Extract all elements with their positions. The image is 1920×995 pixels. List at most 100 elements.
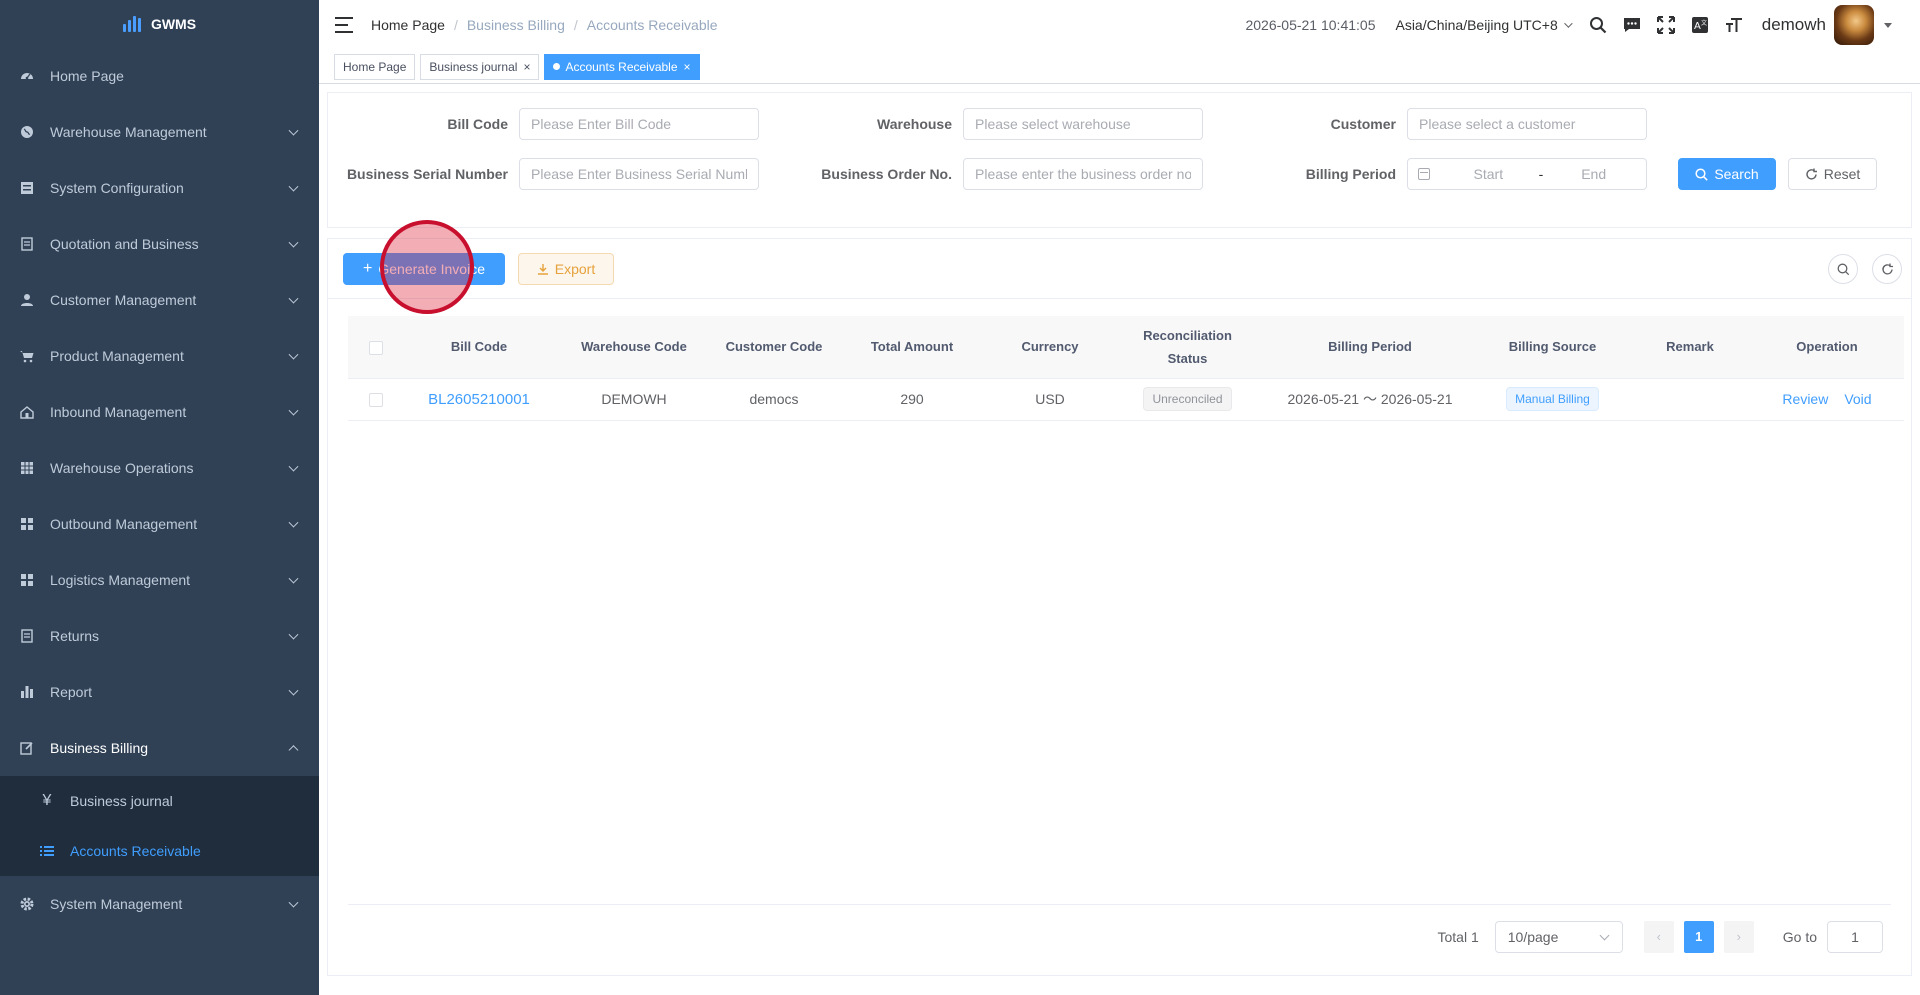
customer-code-cell: democs [714, 378, 834, 421]
sidebar-item-returns[interactable]: Returns [0, 608, 319, 664]
bill-code-input[interactable] [519, 108, 759, 140]
column-header: Remark [1630, 316, 1750, 379]
tag-accounts-receivable[interactable]: Accounts Receivable × [544, 53, 700, 80]
tag-label: Home Page [343, 59, 407, 74]
range-end[interactable]: End [1551, 166, 1636, 182]
breadcrumb-item: Accounts Receivable [586, 17, 718, 33]
sidebar-item-quotation[interactable]: Quotation and Business [0, 216, 319, 272]
sidebar-item-label: Warehouse Operations [50, 460, 194, 476]
server-icon [20, 181, 34, 195]
tag-business-journal[interactable]: Business journal × [420, 53, 540, 80]
search-icon[interactable] [1588, 15, 1608, 35]
column-header: Billing Period [1265, 316, 1475, 379]
export-button[interactable]: Export [518, 253, 614, 285]
refresh-button[interactable] [1872, 254, 1902, 284]
prev-page-button[interactable]: ‹ [1643, 920, 1674, 953]
column-header: Total Amount [834, 316, 990, 379]
sidebar-item-inbound-management[interactable]: Inbound Management [0, 384, 319, 440]
row-checkbox[interactable] [369, 393, 383, 408]
toggle-search-button[interactable] [1828, 254, 1858, 284]
sidebar-item-business-journal[interactable]: ¥ Business journal [0, 776, 319, 826]
chevron-down-icon [288, 181, 299, 192]
range-start[interactable]: Start [1446, 166, 1531, 182]
export-label: Export [554, 261, 596, 277]
goto-label: Go to [1782, 928, 1817, 945]
order-no-input[interactable] [963, 158, 1203, 190]
serial-number-input[interactable] [519, 158, 759, 190]
page-number[interactable]: 1 [1683, 920, 1714, 953]
sidebar-item-label: Business Billing [50, 740, 149, 756]
page-size-value: 10/page [1507, 928, 1559, 945]
datetime-display: 2026-05-21 10:41:05 [1245, 17, 1376, 33]
tag-home-page[interactable]: Home Page [334, 53, 416, 80]
goto-page: Go to [1782, 920, 1883, 953]
active-dot-icon [553, 63, 561, 70]
reset-button[interactable]: Reset [1788, 158, 1877, 190]
gear-icon [20, 897, 34, 911]
chevron-down-icon [288, 685, 299, 696]
void-link[interactable]: Void [1844, 391, 1871, 407]
sidebar-item-system-configuration[interactable]: System Configuration [0, 160, 319, 216]
font-size-icon[interactable] [1724, 15, 1744, 35]
goto-page-input[interactable] [1827, 920, 1883, 953]
status-badge: Unreconciled [1143, 387, 1232, 411]
breadcrumb-item[interactable]: Business Billing [467, 17, 565, 33]
main-area: Home Page / Business Billing / Accounts … [319, 0, 1920, 995]
document-icon [20, 237, 34, 251]
sidebar-item-label: Business journal [70, 793, 173, 809]
hamburger-icon[interactable] [335, 17, 353, 33]
bill-code-link[interactable]: BL2605210001 [428, 391, 530, 408]
warehouse-select[interactable] [963, 108, 1203, 140]
chevron-up-icon [288, 745, 299, 756]
avatar[interactable] [1834, 5, 1874, 45]
customer-select[interactable] [1407, 108, 1647, 140]
page-size-select[interactable]: 10/page [1494, 920, 1623, 953]
list-icon [40, 845, 54, 857]
sidebar-item-label: System Management [50, 896, 183, 912]
sidebar-item-report[interactable]: Report [0, 664, 319, 720]
timezone-select[interactable]: Asia/China/Beijing UTC+8 [1395, 17, 1573, 33]
filter-form: Bill Code Warehouse Customer Business Se… [327, 92, 1912, 228]
warehouse-code-cell: DEMOWH [554, 378, 714, 421]
bar-chart-icon [20, 685, 34, 699]
sidebar-item-logistics-management[interactable]: Logistics Management [0, 552, 319, 608]
sidebar-item-label: Customer Management [50, 292, 197, 308]
refresh-icon [1881, 263, 1893, 274]
generate-invoice-button[interactable]: + Generate Invoice [343, 253, 505, 285]
sidebar-item-business-billing[interactable]: Business Billing [0, 720, 319, 776]
fullscreen-icon[interactable] [1656, 15, 1676, 35]
sidebar-item-product-management[interactable]: Product Management [0, 328, 319, 384]
username[interactable]: demowh [1762, 15, 1826, 35]
serial-number-label: Business Serial Number [346, 166, 508, 182]
message-icon[interactable] [1622, 15, 1642, 35]
search-button[interactable]: Search [1678, 158, 1776, 190]
sidebar-item-warehouse-management[interactable]: Warehouse Management [0, 104, 319, 160]
cart-icon [20, 349, 34, 363]
breadcrumb-item[interactable]: Home Page [371, 17, 445, 33]
column-header: Bill Code [404, 316, 554, 379]
sidebar-item-outbound-management[interactable]: Outbound Management [0, 496, 319, 552]
close-icon[interactable]: × [684, 60, 691, 74]
sidebar-item-accounts-receivable[interactable]: Accounts Receivable [0, 826, 319, 876]
sidebar-item-label: Outbound Management [50, 516, 198, 532]
select-all-cell [348, 316, 404, 379]
logo[interactable]: GWMS [0, 0, 319, 48]
sidebar-item-customer-management[interactable]: Customer Management [0, 272, 319, 328]
caret-down-icon[interactable] [1884, 22, 1892, 28]
sidebar-item-system-management[interactable]: System Management [0, 876, 319, 932]
sidebar-item-label: Warehouse Management [50, 124, 207, 140]
table-card: + Generate Invoice Export Bill Code Ware… [327, 238, 1912, 976]
language-icon[interactable]: A文 [1690, 15, 1710, 35]
sidebar-item-label: System Configuration [50, 180, 184, 196]
close-icon[interactable]: × [523, 60, 530, 74]
select-all-checkbox[interactable] [369, 340, 383, 355]
sidebar-item-warehouse-operations[interactable]: Warehouse Operations [0, 440, 319, 496]
billing-period-cell: 2026-05-21 ～ 2026-05-21 [1265, 378, 1475, 421]
total-amount-cell: 290 [834, 378, 990, 421]
remark-cell [1630, 378, 1750, 421]
billing-period-range[interactable]: Start - End [1407, 158, 1647, 190]
edit-icon [20, 741, 34, 755]
sidebar-item-home[interactable]: Home Page [0, 48, 319, 104]
review-link[interactable]: Review [1782, 391, 1828, 407]
next-page-button[interactable]: › [1723, 920, 1754, 953]
